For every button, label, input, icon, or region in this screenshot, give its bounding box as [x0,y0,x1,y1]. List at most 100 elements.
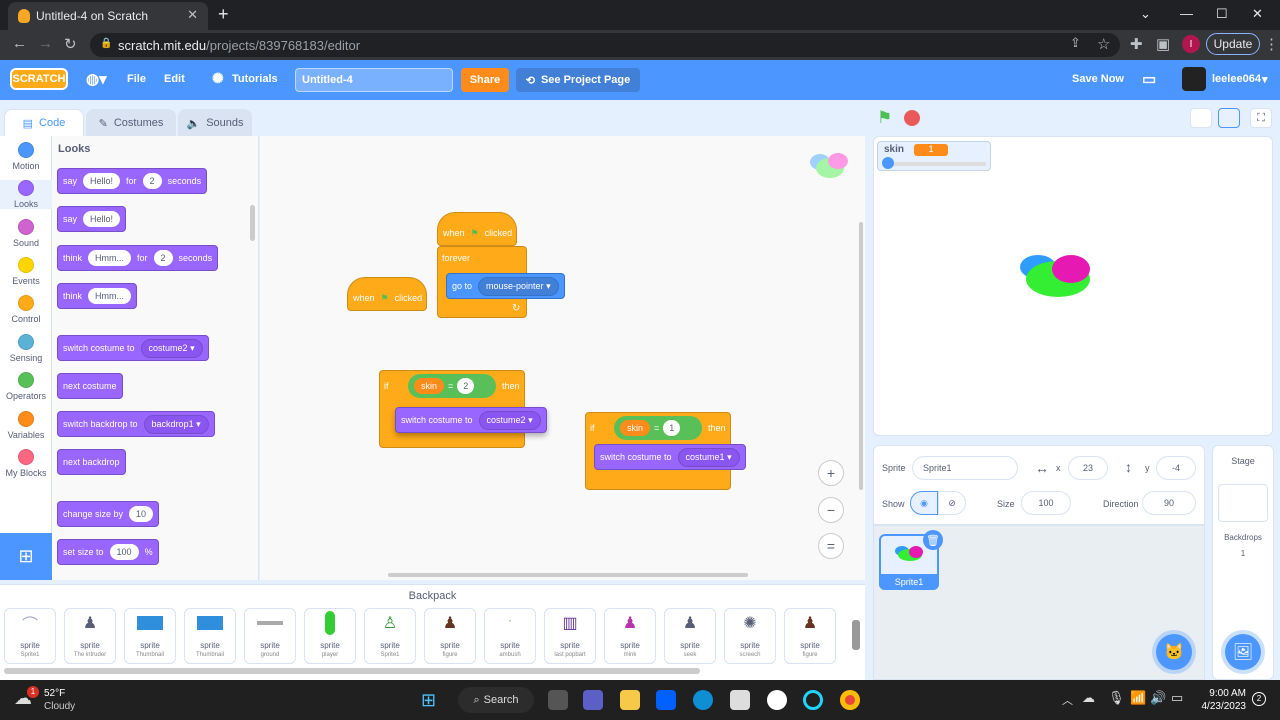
backpack-item[interactable]: sprite ground [244,608,296,664]
category-control[interactable]: Control [0,295,52,324]
small-stage-icon[interactable] [1190,108,1212,128]
forward-icon[interactable]: → [38,35,53,52]
bookmark-star-icon[interactable]: ☆ [1097,35,1110,53]
say-for-block[interactable]: say Hello! for 2 seconds [57,168,208,194]
equals-operator[interactable]: skin = 1 [614,416,702,440]
slider-knob[interactable] [882,157,894,169]
block-input[interactable]: 1 [663,420,681,436]
block-input[interactable]: Hmm... [88,288,132,304]
share-page-icon[interactable]: ⇪ [1070,35,1081,51]
chrome-icon[interactable] [840,690,860,710]
teams-icon[interactable] [583,690,603,710]
block-input[interactable]: Hello! [83,173,121,189]
switch-costume-block[interactable]: switch costume to costume2 ▾ [57,335,209,361]
weather-temp[interactable]: 52°F [44,688,65,699]
edge-icon[interactable] [693,690,713,710]
switch-costume-dragging-block[interactable]: switch costume to costume2 ▾ [395,407,547,433]
backpack-item[interactable]: sprite Thumbnail [184,608,236,664]
microphone-icon[interactable]: 🎙 [1108,690,1125,706]
next-costume-block[interactable]: next costume [57,373,123,399]
fullscreen-icon[interactable]: ⛶ [1250,108,1272,128]
equals-operator[interactable]: skin = 2 [408,374,496,398]
backpack-h-scrollbar[interactable] [4,668,700,674]
windows-start-icon[interactable]: ⊞ [421,690,441,710]
minimize-icon[interactable]: — [1180,6,1193,21]
clock-time[interactable]: 9:00 AM [1196,688,1246,699]
say-block[interactable]: say Hello! [57,206,127,232]
category-events[interactable]: Events [0,257,52,286]
backpack-item[interactable]: ♙ sprite Sprite1 [364,608,416,664]
share-button[interactable]: Share [461,68,509,92]
battery-icon[interactable]: ▭ [1171,690,1183,706]
skin-variable-reporter[interactable]: skin [620,420,651,436]
maximize-icon[interactable]: ☐ [1216,6,1228,22]
scratch-logo[interactable]: SCRATCH [10,68,68,90]
project-title-input[interactable]: Untitled-4 [295,68,453,92]
zoom-out-button[interactable]: − [818,497,844,523]
save-now-button[interactable]: Save Now [1072,73,1124,85]
sprite-name-input[interactable]: Sprite1 [912,456,1018,480]
volume-icon[interactable]: 🔊 [1150,690,1166,706]
taskbar-search[interactable]: ⌕ Search [458,687,534,713]
switch-costume-block-2[interactable]: switch costume to costume1 ▾ [594,444,746,470]
browser-tab[interactable]: Untitled-4 on Scratch ✕ [8,2,208,30]
y-input[interactable]: -4 [1156,456,1196,480]
user-avatar[interactable] [1182,67,1206,91]
backpack-item[interactable]: sprite Thumbnail [124,608,176,664]
backpack-item[interactable]: ♟ sprite The intruder [64,608,116,664]
backpack-item[interactable]: ✺ sprite screech [724,608,776,664]
backpack-item[interactable]: ▥ sprite last popbart [544,608,596,664]
account-chevron-icon[interactable]: ▾ [1262,73,1268,86]
username[interactable]: leelee064 [1212,73,1261,85]
window-chevron-icon[interactable]: ⌄ [1140,6,1151,22]
change-size-block[interactable]: change size by 10 [57,501,160,527]
close-window-icon[interactable]: ✕ [1252,6,1263,22]
backpack-item[interactable]: ♟ sprite figure [424,608,476,664]
category-sensing[interactable]: Sensing [0,334,52,363]
x-input[interactable]: 23 [1068,456,1108,480]
palette-scrollbar[interactable] [250,205,255,241]
goto-dropdown[interactable]: mouse-pointer ▾ [478,276,559,296]
category-operators[interactable]: Operators [0,372,52,401]
workspace-h-scrollbar[interactable] [388,573,748,577]
update-button[interactable]: Update [1206,33,1260,55]
url-input[interactable]: 🔒 scratch.mit.edu/projects/839768183/edi… [90,33,1120,57]
tab-code[interactable]: ▤ Code [4,109,84,137]
costume-dropdown[interactable]: costume2 ▾ [478,410,541,430]
skin-variable-reporter[interactable]: skin [414,378,445,394]
wifi-icon[interactable]: 📶 [1130,690,1146,706]
clock-date[interactable]: 4/23/2023 [1190,701,1247,712]
backpack-item[interactable]: ♟ sprite figure [784,608,836,664]
block-input[interactable]: Hello! [83,211,121,227]
file-explorer-icon[interactable] [620,690,640,710]
add-extension-button[interactable]: ⊞ [0,533,52,580]
category-variables[interactable]: Variables [0,411,52,440]
go-to-block[interactable]: go to mouse-pointer ▾ [446,273,565,299]
set-size-block[interactable]: set size to 100% [57,539,159,565]
tutorials-menu[interactable]: Tutorials [232,73,278,85]
backdrop-dropdown[interactable]: backdrop1 ▾ [143,414,209,434]
backpack-item[interactable]: ' sprite ambush [484,608,536,664]
switch-backdrop-block[interactable]: switch backdrop to backdrop1 ▾ [57,411,215,437]
see-project-page-button[interactable]: ⟲ See Project Page [516,68,640,92]
back-icon[interactable]: ← [12,35,27,52]
weather-desc[interactable]: Cloudy [44,701,75,712]
costume-dropdown[interactable]: costume2 ▾ [140,338,203,358]
tab-costumes[interactable]: ✎ Costumes [86,109,176,137]
file-menu[interactable]: File [127,73,146,85]
language-globe-icon[interactable]: ◍▾ [86,70,107,88]
browser-menu-icon[interactable]: ⋮ [1264,35,1279,53]
block-input[interactable]: 2 [457,378,475,394]
when-flag-clicked-hat-2[interactable]: when ⚑ clicked [347,277,427,311]
size-input[interactable]: 100 [1021,491,1071,515]
when-flag-clicked-hat[interactable]: when ⚑ clicked [437,212,517,246]
add-sprite-cat-icon[interactable]: 🐱 [1156,634,1192,670]
onedrive-icon[interactable]: ☁ [1082,690,1095,706]
zoom-reset-button[interactable]: = [818,533,844,559]
category-motion[interactable]: Motion [0,142,52,171]
think-block[interactable]: think Hmm... [57,283,138,309]
show-visible-icon[interactable]: ◉ [910,491,938,515]
tab-sounds[interactable]: 🔈 Sounds [178,109,252,137]
block-input[interactable]: 2 [153,250,173,266]
backdrop-thumbnail[interactable] [1218,484,1268,522]
